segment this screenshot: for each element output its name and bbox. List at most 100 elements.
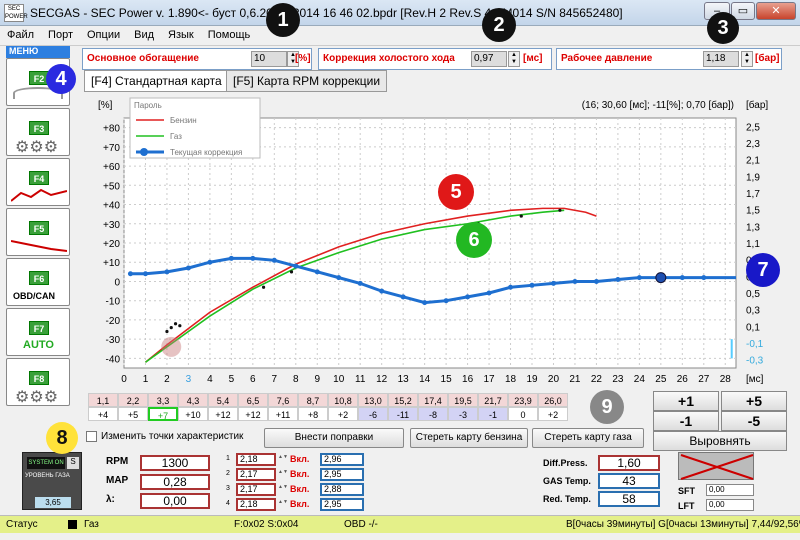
correction-cell[interactable]: -6	[358, 407, 388, 421]
y-tick-label: -20	[106, 316, 121, 327]
sidebar-item-f8[interactable]: F8 ⚙⚙⚙	[6, 358, 70, 406]
gas-switch-widget[interactable]: SYSTEM ON S УРОВЕНЬ ГАЗА 3,65	[22, 452, 82, 510]
correction-point	[228, 255, 234, 261]
step-plus1-button[interactable]: +1	[653, 391, 719, 411]
correction-cell[interactable]: +5	[118, 407, 148, 421]
correction-cell[interactable]: +12	[208, 407, 238, 421]
correction-point	[142, 271, 148, 277]
x-tick-label: 22	[591, 374, 603, 385]
ms-cell: 2,2	[118, 393, 148, 407]
injector-gas-ms: 2,95	[320, 498, 364, 511]
status-bar: Статус Газ F:0x02 S:0x04 OBD -/- В[0часы…	[0, 515, 800, 533]
injector-state: Вкл.	[290, 469, 310, 479]
apply-corrections-button[interactable]: Внести поправки	[264, 428, 404, 448]
correction-point	[572, 278, 578, 284]
align-button[interactable]: Выровнять	[653, 431, 787, 451]
menu-port[interactable]: Порт	[41, 26, 80, 44]
sidebar-item-f6[interactable]: F6 OBD/CAN	[6, 258, 70, 306]
injector-number: 2	[226, 470, 230, 477]
rpm-value: 1300	[140, 455, 210, 471]
correction-point	[314, 269, 320, 275]
menu-language[interactable]: Язык	[161, 26, 201, 44]
erase-gas-map-button[interactable]: Стереть карту газа	[532, 428, 644, 448]
injector-row: 4 2,18 ▲▼ Вкл. 2,95	[226, 498, 376, 513]
injector-row: 3 2,17 ▲▼ Вкл. 2,88	[226, 483, 376, 498]
legend-label: Газ	[170, 132, 182, 141]
cursor-info: (16; 30,60 [мс]; -11[%]; 0,70 [бар])	[582, 99, 734, 111]
correction-cell[interactable]: +8	[298, 407, 328, 421]
edit-points-checkbox[interactable]	[86, 431, 97, 442]
pressure-spinner[interactable]: ▲ ▼	[741, 51, 753, 67]
y-tick-label: -30	[106, 335, 121, 346]
fuel-map-chart[interactable]: +80+70+60+50+40+30+20+100-10-20-30-400 1 2…	[82, 94, 782, 390]
window-title: SECGAS - SEC Power v. 1.890<- буст 0,6.2…	[30, 6, 623, 20]
x-tick-label: 13	[398, 374, 410, 385]
correction-cell[interactable]: -1	[478, 407, 508, 421]
correction-point	[443, 298, 449, 304]
current-point-marker	[655, 272, 667, 284]
menu-help[interactable]: Помощь	[201, 26, 258, 44]
menu-file[interactable]: Файл	[0, 26, 41, 44]
correction-cell[interactable]: -11	[388, 407, 418, 421]
gas-level-value: 3,65	[35, 497, 71, 508]
correction-cell[interactable]: -3	[448, 407, 478, 421]
correction-cell[interactable]: +11	[268, 407, 298, 421]
ms-cell: 5,4	[208, 393, 238, 407]
switch-s-button[interactable]: S	[67, 457, 79, 469]
param-label: Рабочее давление	[561, 53, 653, 64]
close-button[interactable]: ✕	[756, 2, 796, 20]
correction-cell[interactable]: +2	[328, 407, 358, 421]
injector-state: Вкл.	[290, 499, 310, 509]
correction-cell[interactable]: +2	[538, 407, 568, 421]
sidebar-item-f5[interactable]: F5	[6, 208, 70, 256]
x-tick-label: 16	[462, 374, 474, 385]
callout-badge: 8	[46, 422, 78, 454]
injector-number: 3	[226, 485, 230, 492]
menu-view[interactable]: Вид	[127, 26, 161, 44]
y2-tick-label: 1,7	[746, 189, 760, 200]
y-tick-label: +80	[103, 124, 120, 135]
key-f3-label: F3	[29, 121, 49, 135]
gears-icon: ⚙⚙⚙	[15, 139, 59, 156]
correction-cell[interactable]: 0	[508, 407, 538, 421]
obd-status: OBD -/-	[344, 519, 378, 530]
correction-cell[interactable]: -8	[418, 407, 448, 421]
x-tick-label: 20	[548, 374, 560, 385]
sidebar-item-f4[interactable]: F4	[6, 158, 70, 206]
status-codes: F:0x02 S:0x04	[234, 519, 299, 530]
ecu-disabled-icon	[678, 452, 754, 480]
correction-cell[interactable]: +7	[148, 407, 178, 421]
x-tick-label: 24	[634, 374, 646, 385]
pressure-input[interactable]: 1,18	[703, 51, 739, 67]
correction-cell[interactable]: +10	[178, 407, 208, 421]
step-plus5-button[interactable]: +5	[721, 391, 787, 411]
param-unit: [мс]	[523, 53, 543, 64]
menu-options[interactable]: Опции	[80, 26, 127, 44]
enrichment-input[interactable]: 10	[251, 51, 287, 67]
fuel-indicator	[68, 520, 77, 529]
sidebar-item-f7[interactable]: F7 AUTO	[6, 308, 70, 356]
x-tick-label: 7	[272, 374, 278, 385]
sidebar-header: МЕНЮ	[6, 46, 70, 58]
sidebar-item-f3[interactable]: F3 ⚙⚙⚙	[6, 108, 70, 156]
param-unit: [%]	[295, 53, 311, 64]
correction-point	[379, 288, 385, 294]
injector-table: 1 2,18 ▲▼ Вкл. 2,96 2 2,17 ▲▼ Вкл. 2,95 3 2,17 ▲▼ Вкл…	[226, 453, 376, 513]
title-bar: SEC POWER SECGAS - SEC Power v. 1.890<- …	[0, 0, 800, 26]
step-minus5-button[interactable]: -5	[721, 411, 787, 431]
step-minus1-button[interactable]: -1	[653, 411, 719, 431]
correction-cell[interactable]: +4	[88, 407, 118, 421]
correction-cell[interactable]: +12	[238, 407, 268, 421]
injector-number: 4	[226, 500, 230, 507]
idle-spinner[interactable]: ▲ ▼	[508, 51, 520, 67]
y2-tick-label: 2,5	[746, 122, 760, 133]
y-tick-label: -40	[106, 354, 121, 365]
tab-standard-map[interactable]: [F4] Стандартная карта	[84, 70, 229, 92]
injector-gas-ms: 2,95	[320, 468, 364, 481]
idle-correction-input[interactable]: 0,97	[471, 51, 507, 67]
tab-rpm-correction[interactable]: [F5] Карта RPM коррекции	[226, 70, 388, 92]
x-tick-label: 18	[505, 374, 517, 385]
usage-time: В[0часы 39минуты] G[0часы 13минуты] 7,44…	[566, 519, 800, 530]
y2-axis-unit: [бар]	[746, 99, 768, 111]
erase-petrol-map-button[interactable]: Стереть карту бензина	[410, 428, 528, 448]
